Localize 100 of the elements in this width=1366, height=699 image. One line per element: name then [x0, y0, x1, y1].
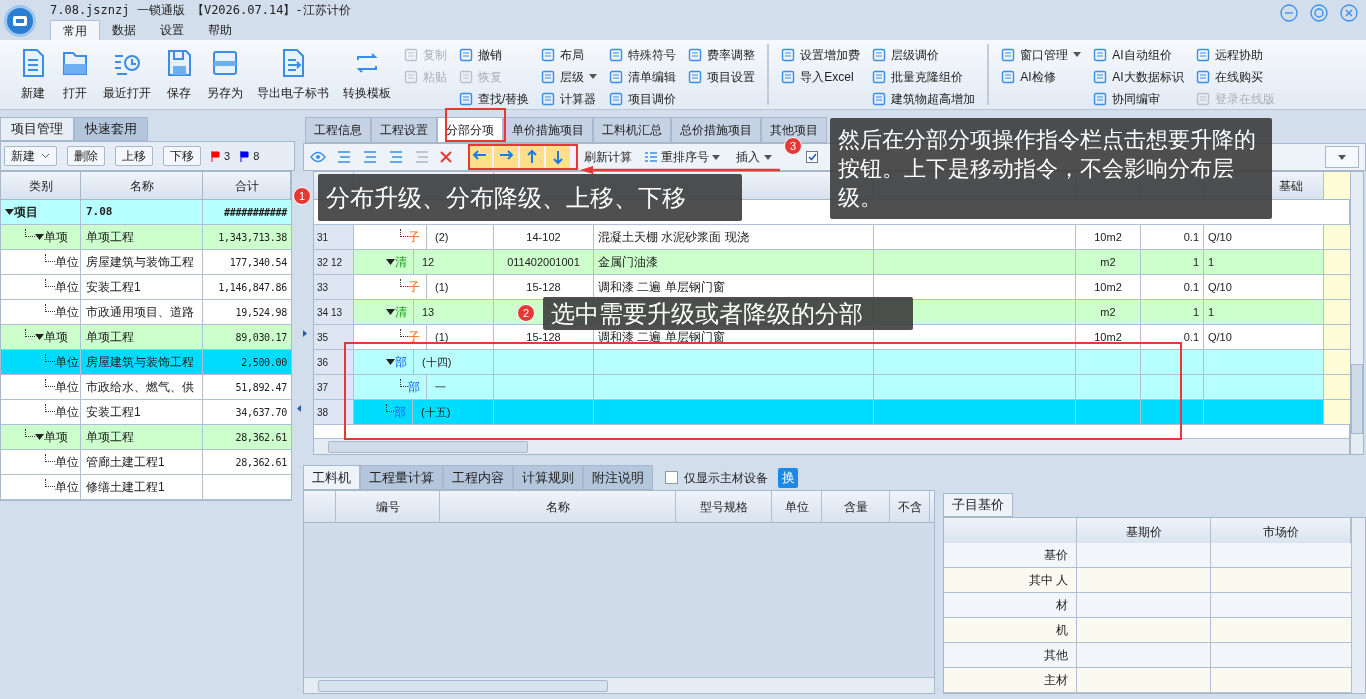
grid-row[interactable]: 37 部 一 [314, 375, 1349, 400]
splitter-arrow-icon[interactable] [297, 404, 301, 412]
delete-icon[interactable] [440, 151, 452, 163]
align-lines-icon[interactable] [362, 150, 378, 164]
content-tab[interactable]: 工料机汇总 [593, 117, 671, 143]
toolbar-button[interactable]: AI大数据标识 [1093, 66, 1184, 87]
vertical-scrollbar[interactable] [1350, 171, 1364, 455]
toolbar-button[interactable]: 远程协助 [1195, 44, 1275, 65]
toolbar-button[interactable]: 撤销 [459, 44, 530, 65]
detail-tab[interactable]: 工程内容 [443, 465, 513, 490]
tree-row[interactable]: 单项 单项工程 28,362.61 [1, 425, 291, 450]
dropdown-button[interactable] [1325, 146, 1359, 168]
toolbar-button[interactable]: 保存 [158, 40, 200, 109]
checkbox[interactable] [806, 151, 818, 163]
toolbar-button[interactable]: 最近打开 [96, 40, 158, 109]
expand-arrow-icon[interactable] [386, 259, 395, 265]
detail-tab[interactable]: 工程量计算 [360, 465, 443, 490]
align-lines-icon[interactable] [336, 150, 352, 164]
checkbox[interactable] [665, 471, 678, 484]
horizontal-scrollbar[interactable] [314, 438, 1349, 454]
toolbar-button[interactable]: 项目调价 [609, 88, 677, 109]
content-tab[interactable]: 工程信息 [305, 117, 371, 143]
expand-arrow-icon[interactable] [35, 434, 44, 440]
grid-row[interactable]: 38 部 (十五) [314, 400, 1349, 425]
toolbar-button[interactable]: 打开 [54, 40, 96, 109]
toolbar-button[interactable]: 另存为 [200, 40, 250, 109]
toolbar-button[interactable]: 插入 [736, 148, 772, 166]
toolbar-button[interactable]: 新建 [12, 40, 54, 109]
app-logo-icon[interactable] [4, 5, 36, 37]
grid-row[interactable]: 36 部 (十四) [314, 350, 1349, 375]
toolbar-button[interactable]: 费率调整 [688, 44, 756, 65]
toolbar-button[interactable]: 窗口管理 [1001, 44, 1082, 65]
toolbar-button[interactable]: 特殊符号 [609, 44, 677, 65]
grid-row[interactable]: 31 子 (2) 14-102 混凝土天棚 水泥砂浆面 现浇 10m2 0.1 Q/10 [314, 225, 1349, 250]
expand-arrow-icon[interactable] [386, 309, 395, 315]
content-tab[interactable]: 单价措施项目 [503, 117, 593, 143]
tree-row[interactable]: 单位 市政通用项目、道路 19,524.98 [1, 300, 291, 325]
row-type-label: 清 [395, 254, 408, 271]
eye-icon[interactable] [310, 151, 326, 163]
toolbar-button[interactable]: 布局 [541, 44, 598, 65]
toolbar-button[interactable]: 设置增加费 [781, 44, 861, 65]
toolbar-button[interactable]: 刷新计算 [584, 148, 632, 166]
expand-arrow-icon[interactable] [35, 334, 44, 340]
minimize-icon[interactable] [1280, 4, 1298, 22]
close-icon[interactable] [1340, 4, 1358, 22]
swap-button[interactable]: 换 [778, 467, 798, 488]
tree-row[interactable]: 单位 修缮土建工程1 [1, 475, 291, 500]
panel-tab[interactable]: 项目管理 [0, 117, 74, 141]
grid-row[interactable]: 33 子 (1) 15-128 调和漆 二遍 单层钢门窗 10m2 0.1 Q/10 [314, 275, 1349, 300]
detail-tab[interactable]: 工料机 [303, 465, 360, 490]
tree-row[interactable]: 单位 房屋建筑与装饰工程 177,340.54 [1, 250, 291, 275]
menu-tab[interactable]: 设置 [148, 20, 196, 40]
table-cell: 修缮土建工程1 [81, 475, 203, 499]
content-tab[interactable]: 总价措施项目 [671, 117, 761, 143]
toolbar-button[interactable]: 查找/替换 [459, 88, 530, 109]
content-tab[interactable]: 分部分项 [437, 117, 503, 143]
grid-row[interactable]: 32 12 清 12 011402001001 金属门油漆 m2 1 1 [314, 250, 1349, 275]
toolbar-button[interactable]: 层级调价 [872, 44, 976, 65]
horizontal-scrollbar[interactable] [304, 677, 934, 693]
toolbar-button[interactable]: AI自动组价 [1093, 44, 1184, 65]
content-tab[interactable]: 工程设置 [371, 117, 437, 143]
toolbar-button[interactable]: 建筑物超高增加 [872, 88, 976, 109]
menu-tab[interactable]: 帮助 [196, 20, 244, 40]
toolbar-button[interactable]: 协同编审 [1093, 88, 1184, 109]
expand-arrow-icon[interactable] [386, 359, 395, 365]
tree-row[interactable]: 单项 单项工程 1,343,713.38 [1, 225, 291, 250]
menu-tab[interactable]: 常用 [50, 20, 100, 40]
vertical-scrollbar[interactable] [1351, 518, 1365, 693]
tree-row[interactable]: 单位 市政给水、燃气、供 51,892.47 [1, 375, 291, 400]
toolbar-button[interactable]: 导出电子标书 [250, 40, 336, 109]
expand-arrow-icon[interactable] [5, 209, 14, 215]
toolbar-button[interactable]: 导入Excel [781, 66, 861, 87]
toolbar-button[interactable]: 计算器 [541, 88, 598, 109]
align-lines-icon[interactable] [388, 150, 404, 164]
panel-tab[interactable]: 快速套用 [74, 117, 148, 141]
tree-row[interactable]: 单项 单项工程 89,030.17 [1, 325, 291, 350]
panel-button[interactable]: 下移 [163, 146, 201, 166]
panel-button[interactable]: 上移 [115, 146, 153, 166]
toolbar-button[interactable]: 层级 [541, 66, 598, 87]
detail-tab[interactable]: 计算规则 [513, 465, 583, 490]
detail-tab[interactable]: 附注说明 [583, 465, 653, 490]
panel-button[interactable]: 新建 [4, 146, 57, 166]
tree-row[interactable]: 单位 安装工程1 1,146,847.86 [1, 275, 291, 300]
tree-row[interactable]: 项目 7.08 ########### [1, 200, 291, 225]
detail-tab[interactable]: 子目基价 [943, 493, 1013, 517]
toolbar-button[interactable]: 转换模板 [336, 40, 398, 109]
toolbar-button[interactable]: 清单编辑 [609, 66, 677, 87]
tree-row[interactable]: 单位 安装工程1 34,637.70 [1, 400, 291, 425]
toolbar-button[interactable]: 批量克隆组价 [872, 66, 976, 87]
toolbar-button[interactable]: 重排序号 [644, 148, 720, 166]
tree-row[interactable]: 单位 管廊土建工程1 28,362.61 [1, 450, 291, 475]
menu-tab[interactable]: 数据 [100, 20, 148, 40]
tree-row[interactable]: 单位 房屋建筑与装饰工程 2,500.00 [1, 350, 291, 375]
toolbar-button[interactable]: AI检修 [1001, 66, 1082, 87]
restore-icon[interactable] [1310, 4, 1328, 22]
expand-arrow-icon[interactable] [35, 234, 44, 240]
panel-button[interactable]: 删除 [67, 146, 105, 166]
toolbar-button[interactable]: 在线购买 [1195, 66, 1275, 87]
toolbar-button[interactable]: 项目设置 [688, 66, 756, 87]
content-tab[interactable]: 其他项目 [761, 117, 827, 143]
